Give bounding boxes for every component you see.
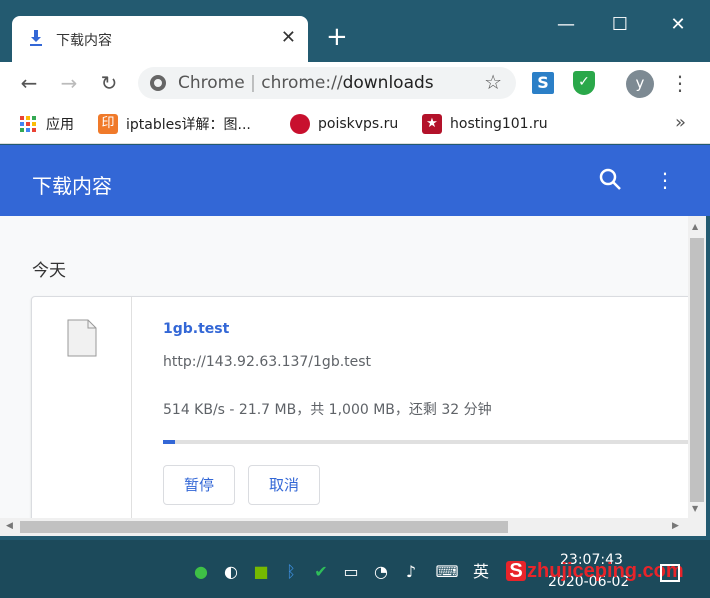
extension-shield-icon[interactable]: ✓ [573,71,595,95]
bookmark-poiskvps[interactable]: poiskvps.ru [290,114,398,134]
tab-close-icon[interactable]: ✕ [281,27,296,48]
ime-indicator[interactable]: 英 [470,562,492,582]
download-status: 514 KB/s - 21.7 MB，共 1,000 MB，还剩 32 分钟 [163,402,492,418]
download-item: 1gb.test http://143.92.63.137/1gb.test 5… [31,296,688,518]
reload-icon[interactable]: ↻ [96,70,122,96]
scroll-down-icon[interactable]: ▼ [692,504,698,513]
poiskvps-icon [290,114,310,134]
address-bar[interactable]: Chrome | chrome://downloads ☆ [138,67,516,99]
tab-title: 下载内容 [56,33,112,49]
yin-badge-icon: 印 [98,114,118,134]
browser-menu-icon[interactable]: ⋮ [670,70,690,96]
new-tab-button[interactable]: + [326,24,348,50]
horizontal-scrollbar[interactable]: ◀ ▶ [0,518,706,536]
scroll-left-icon[interactable]: ◀ [6,521,13,531]
vertical-scroll-thumb[interactable] [690,238,704,502]
notification-center-icon[interactable] [660,564,680,582]
browser-toolbar: ← → ↻ Chrome | chrome://downloads ☆ S ✓ … [0,62,710,104]
horizontal-scroll-thumb[interactable] [20,521,508,533]
progress-fill [163,440,175,444]
source-url[interactable]: http://143.92.63.137/1gb.test [163,354,371,370]
taskbar: ● ◐ ■ ᛒ ✔ ▭ ◔ ♪ ⌨ 英 23:07:43 2020-06-02 … [0,540,710,598]
nvidia-icon[interactable]: ■ [250,562,272,582]
chrome-logo-icon [150,75,166,91]
forward-arrow-icon[interactable]: → [56,70,82,96]
volume-icon[interactable]: ♪ [400,562,422,582]
apps-grid-icon [20,116,36,132]
tab-downloads[interactable]: 下载内容 ✕ [12,16,308,62]
scroll-right-icon[interactable]: ▶ [672,521,679,531]
vertical-scrollbar[interactable]: ▲ ▼ [688,216,706,518]
profile-avatar[interactable]: y [626,70,654,98]
pause-button[interactable]: 暂停 [163,465,236,505]
date-heading: 今天 [32,261,66,281]
bookmarks-bar: 应用 印 iptables详解：图... poiskvps.ru ★ hosting… [0,104,710,144]
star-icon: ★ [422,114,442,134]
bluetooth-icon[interactable]: ᛒ [280,562,302,582]
downloads-header: 下载内容 ⋮ [0,145,710,216]
watermark: Szhujiceping.com [506,560,684,583]
bookmark-apps[interactable]: 应用 [20,114,74,134]
wifi-icon[interactable]: ◔ [370,562,392,582]
browser-window: 下载内容 ✕ + — ☐ ✕ ← → ↻ Chrome | chrome://d… [0,0,710,540]
progress-bar [163,440,688,444]
page-title: 下载内容 [32,174,112,198]
bookmarks-overflow-icon[interactable]: » [675,112,686,133]
network-speaker-icon[interactable]: ◐ [220,562,242,582]
scroll-up-icon[interactable]: ▲ [692,222,698,231]
download-icon [30,30,42,46]
downloads-list: 今天 1gb.test http://143.92.63.137/1gb.tes… [0,216,688,518]
security-check-icon[interactable]: ✔ [310,562,332,582]
tab-strip: 下载内容 ✕ + — ☐ ✕ [0,0,710,62]
bookmark-iptables[interactable]: 印 iptables详解：图... [98,114,251,134]
file-name-link[interactable]: 1gb.test [163,321,229,337]
close-window-button[interactable]: ✕ [658,10,698,40]
address-text: Chrome | chrome://downloads [178,73,434,93]
battery-icon[interactable]: ▭ [340,562,362,582]
file-icon [67,319,97,357]
back-arrow-icon[interactable]: ← [16,70,42,96]
cancel-button[interactable]: 取消 [248,465,321,505]
bookmark-hosting101[interactable]: ★ hosting101.ru [422,114,548,134]
extension-s-icon[interactable]: S [532,72,554,94]
keyboard-icon[interactable]: ⌨ [432,562,462,582]
more-options-icon[interactable]: ⋮ [655,167,675,193]
bookmark-star-icon[interactable]: ☆ [484,70,502,94]
search-icon[interactable] [598,167,624,193]
file-icon-column [32,297,132,518]
minimize-button[interactable]: — [546,10,586,40]
maximize-button[interactable]: ☐ [600,10,640,40]
wechat-icon[interactable]: ● [190,562,212,582]
